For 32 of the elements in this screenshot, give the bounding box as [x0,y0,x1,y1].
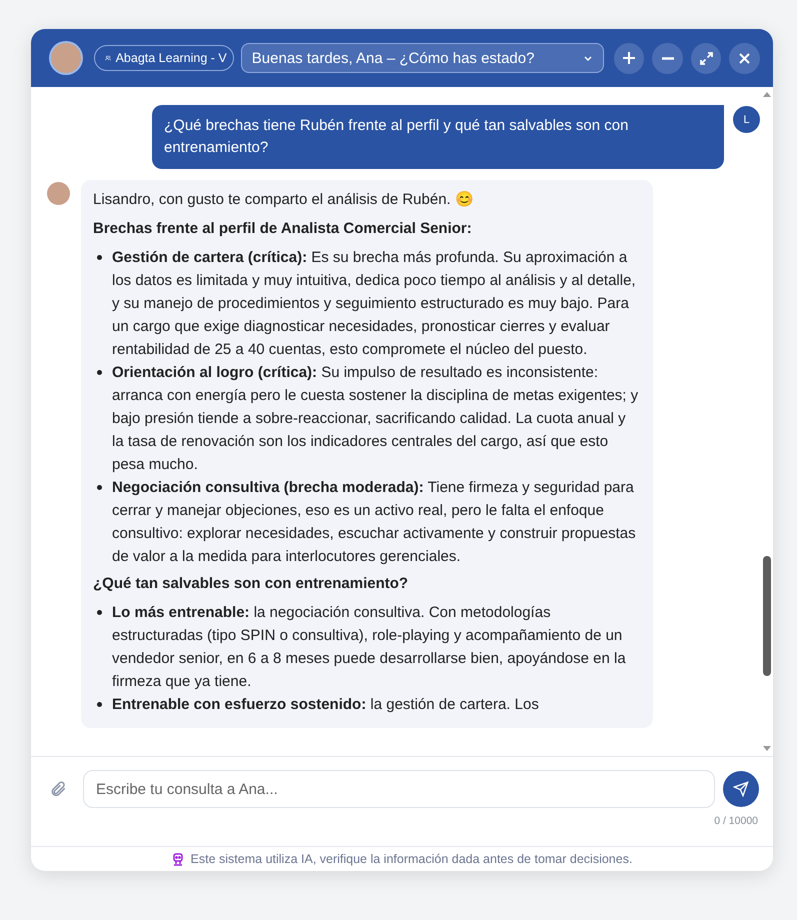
bullet-text: Entrenable con esfuerzo sostenido: la gestión de cartera. Los [112,695,539,715]
message-input[interactable]: Escribe tu consulta a Ana... [83,770,715,808]
user-message: ¿Qué brechas tiene Rubén frente al perfil y qué tan salvables son con entrenamiento? [152,105,724,169]
bullet-text: Gestión de cartera (crítica): Es su brecha más profunda. Su aproximación a los datos es limitada y muy intuitiva, dedica poco tiempo al análisis y al detalle, y su manejo de procedimientos y seguimiento estructurado es muy bajo. Para un cargo que exige diagnosticar necesidades, pronosticar cierres y evaluar rentabilidad de 25 a 40 cuentas, esto compromete el núcleo del puesto. [112,248,637,360]
robot-icon [172,852,184,866]
scrollbar-thumb[interactable] [763,556,771,676]
disclaimer-text: Este sistema utiliza IA, verifique la información dada antes de tomar decisiones. [190,852,632,866]
minus-icon [662,56,674,60]
message-heading: ¿Qué tan salvables son con entrenamiento? [93,574,410,594]
avatar-icon [49,41,83,75]
add-button[interactable] [614,42,644,74]
organization-selector[interactable]: Abagta Learning - V [94,45,234,71]
send-button[interactable] [723,771,759,807]
send-icon [733,781,749,797]
close-button[interactable] [729,42,760,74]
minimize-button[interactable] [652,42,683,74]
user-avatar: L [733,106,760,133]
scroll-up-icon[interactable] [763,92,771,97]
greeting-dropdown[interactable]: Buenas tardes, Ana – ¿Cómo has estado? [240,43,604,73]
bullet-text: Orientación al logro (crítica): Su impulso de resultado es inconsistente: arranca con energía pero le cuesta sostener la disciplina de metas exigentes; y bajo presión tiende a sobre-reaccionar, sacrificando calidad. La cuota anual y la tasa de renovación son los indicadores centrales del cargo, así que esto pesa mucho. [112,363,640,475]
message-paragraph: Lisandro, con gusto te comparto el análisis de Rubén. 😊 [93,190,475,210]
character-counter: 0 / 10000 [713,815,759,827]
scroll-down-icon[interactable] [763,746,771,751]
bullet-text: Lo más entrenable: la negociación consultiva. Con metodologías estructuradas (tipo SPIN o consultiva), role-playing y acompañamiento de un vendedor senior, en 6 a 8 meses puede desarrollarse bien, apoyándose en la firmeza que ya tiene. [112,603,627,692]
plus-icon [622,51,636,65]
paperclip-icon[interactable] [49,780,67,798]
assistant-avatar-icon [47,182,70,205]
expand-icon [700,52,713,64]
message-heading: Brechas frente al perfil de Analista Comercial Senior: [93,219,473,239]
close-icon [739,52,750,64]
bullet-text: Negociación consultiva (brecha moderada): Tiene firmeza y seguridad para cerrar y manejar objeciones, eso es un activo real, pero le falta el enfoque consultivo: explorar necesidades, escuchar activamente y construir propuestas de valor a la medida para interlocutores gerenciales. [112,478,637,567]
expand-button[interactable] [690,42,722,74]
